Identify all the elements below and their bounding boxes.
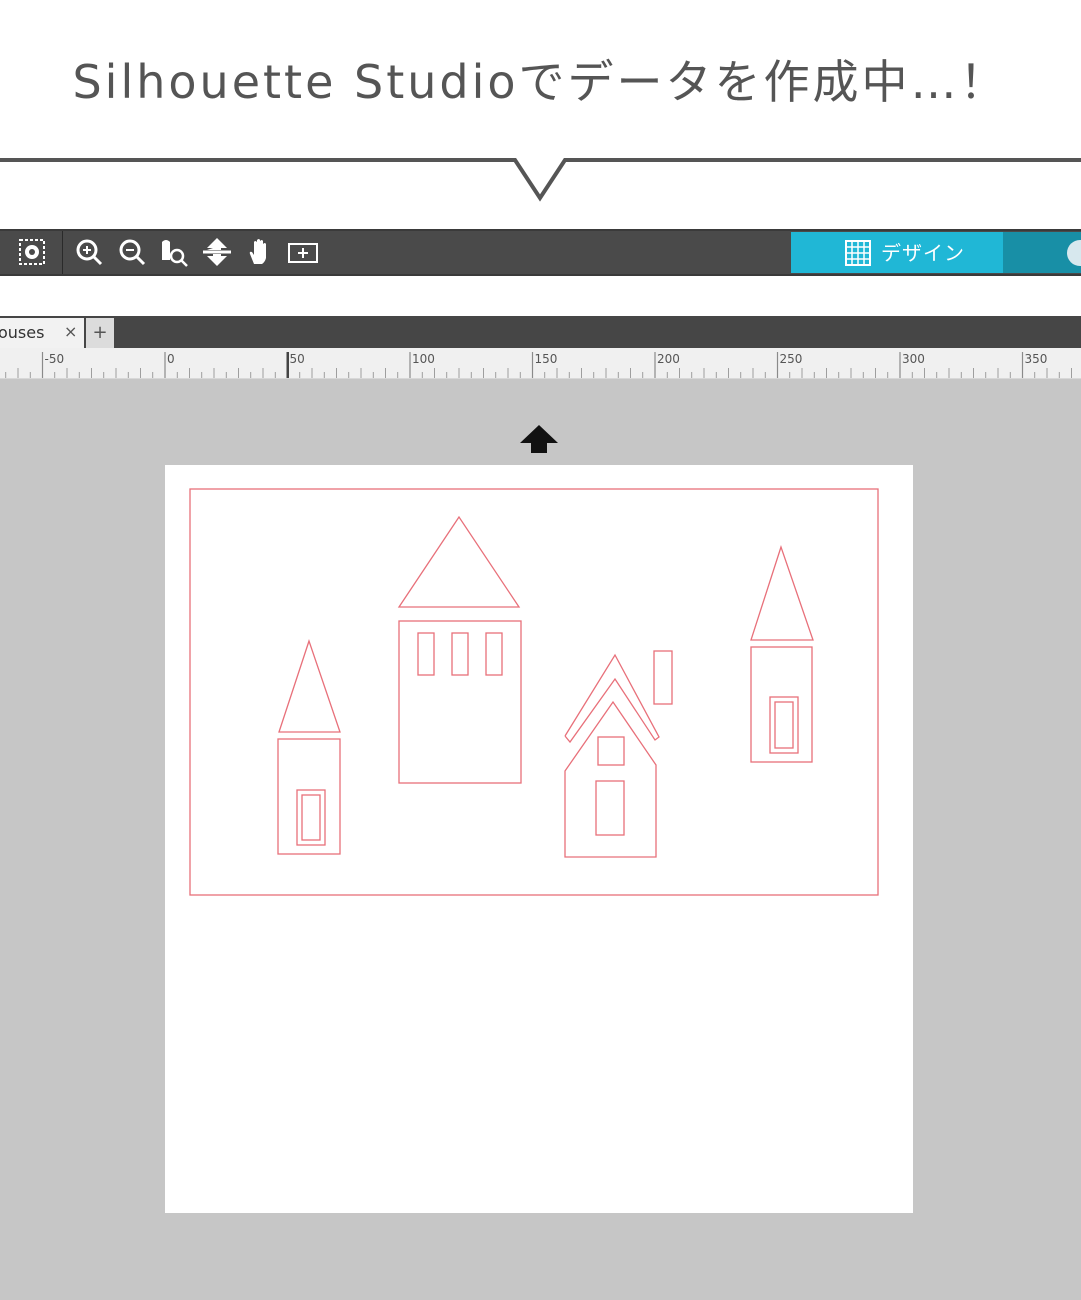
ruler-position-marker [286, 352, 289, 378]
document-tab[interactable]: ouses × [0, 318, 84, 348]
caption-title: Silhouette Studioでデータを作成中…！ [72, 55, 1009, 109]
house-tall-center [397, 515, 522, 784]
zoom-in-icon[interactable] [73, 236, 105, 268]
pan-move-icon[interactable] [201, 236, 233, 268]
ruler-label: 200 [657, 352, 680, 366]
zoom-out-icon[interactable] [116, 236, 148, 268]
cutting-mat-page[interactable] [165, 465, 913, 1213]
canvas-workspace[interactable] [0, 379, 1081, 1300]
add-tab-button[interactable]: + [86, 318, 114, 348]
ruler-label: 300 [902, 352, 925, 366]
house-left [277, 638, 341, 855]
horizontal-ruler: -50 0 50 100 150 200 250 300 350 [0, 348, 1081, 379]
fit-to-page-icon[interactable] [287, 236, 319, 268]
zoom-selection-icon[interactable] [158, 236, 190, 268]
chimney [653, 650, 673, 705]
tab-design-label: デザイン [881, 241, 965, 265]
house-gabled [564, 653, 660, 858]
document-tab-bar: ouses × + [0, 316, 1081, 348]
ruler-label: -50 [45, 352, 65, 366]
ruler-label: 350 [1025, 352, 1048, 366]
ruler-label: 0 [167, 352, 175, 366]
globe-icon [1067, 240, 1081, 266]
page-move-arrow-icon[interactable] [518, 423, 560, 455]
ruler-label: 100 [412, 352, 435, 366]
toolbar-divider [62, 231, 63, 274]
design-artwork [189, 488, 879, 896]
ruler-label: 150 [535, 352, 558, 366]
toolbar: デザイン [0, 229, 1081, 276]
callout-pointer-line [0, 158, 1081, 202]
border-rectangle [189, 488, 879, 896]
tab-design[interactable]: デザイン [791, 232, 1003, 273]
ruler-label: 50 [290, 352, 305, 366]
select-all-icon[interactable] [16, 236, 48, 268]
ruler-label: 250 [780, 352, 803, 366]
hand-icon[interactable] [244, 236, 276, 268]
tab-store[interactable] [1003, 232, 1081, 273]
grid-icon [845, 240, 871, 266]
document-tab-name: ouses [0, 323, 45, 342]
close-icon[interactable]: × [64, 322, 77, 342]
house-right [750, 544, 814, 763]
